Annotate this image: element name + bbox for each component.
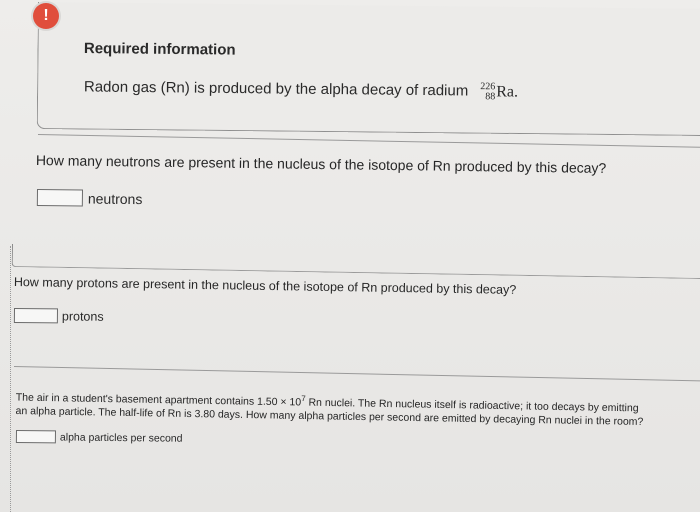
neutrons-unit-label: neutrons xyxy=(87,190,143,207)
question-neutrons-text: How many neutrons are present in the nuc… xyxy=(35,152,607,176)
nuclide-symbol: Ra xyxy=(496,83,515,101)
protons-answer-input[interactable] xyxy=(13,308,58,324)
protons-unit-label: protons xyxy=(61,308,104,324)
nuclide-atomic-number: 88 xyxy=(485,91,496,103)
question-panel-border xyxy=(11,244,700,280)
required-info-sentence: Radon gas (Rn) is produced by the alpha … xyxy=(83,78,469,100)
section-divider xyxy=(37,134,700,149)
radium-nuclide: 226 88Ra. xyxy=(480,81,519,103)
question-alpha-text: The air in a student's basement apartmen… xyxy=(15,387,700,430)
homework-page: ! Required information Radon gas (Rn) is… xyxy=(0,0,700,512)
answer-row-alpha: alpha particles per second xyxy=(15,430,183,445)
page-edge-dotted xyxy=(10,246,11,512)
alpha-unit-label: alpha particles per second xyxy=(59,430,183,445)
question-protons-text: How many protons are present in the nucl… xyxy=(13,275,517,297)
section-divider xyxy=(13,366,700,382)
alpha-answer-input[interactable] xyxy=(15,430,56,444)
nuclide-numbers: 226 88 xyxy=(480,81,496,103)
nuclide-period: . xyxy=(513,83,519,101)
required-info-title: Required information xyxy=(83,40,236,59)
neutrons-answer-input[interactable] xyxy=(36,189,83,207)
answer-row-neutrons: neutrons xyxy=(36,189,143,207)
answer-row-protons: protons xyxy=(13,308,104,324)
exclamation-icon: ! xyxy=(33,3,59,29)
required-info-panel xyxy=(36,2,700,137)
